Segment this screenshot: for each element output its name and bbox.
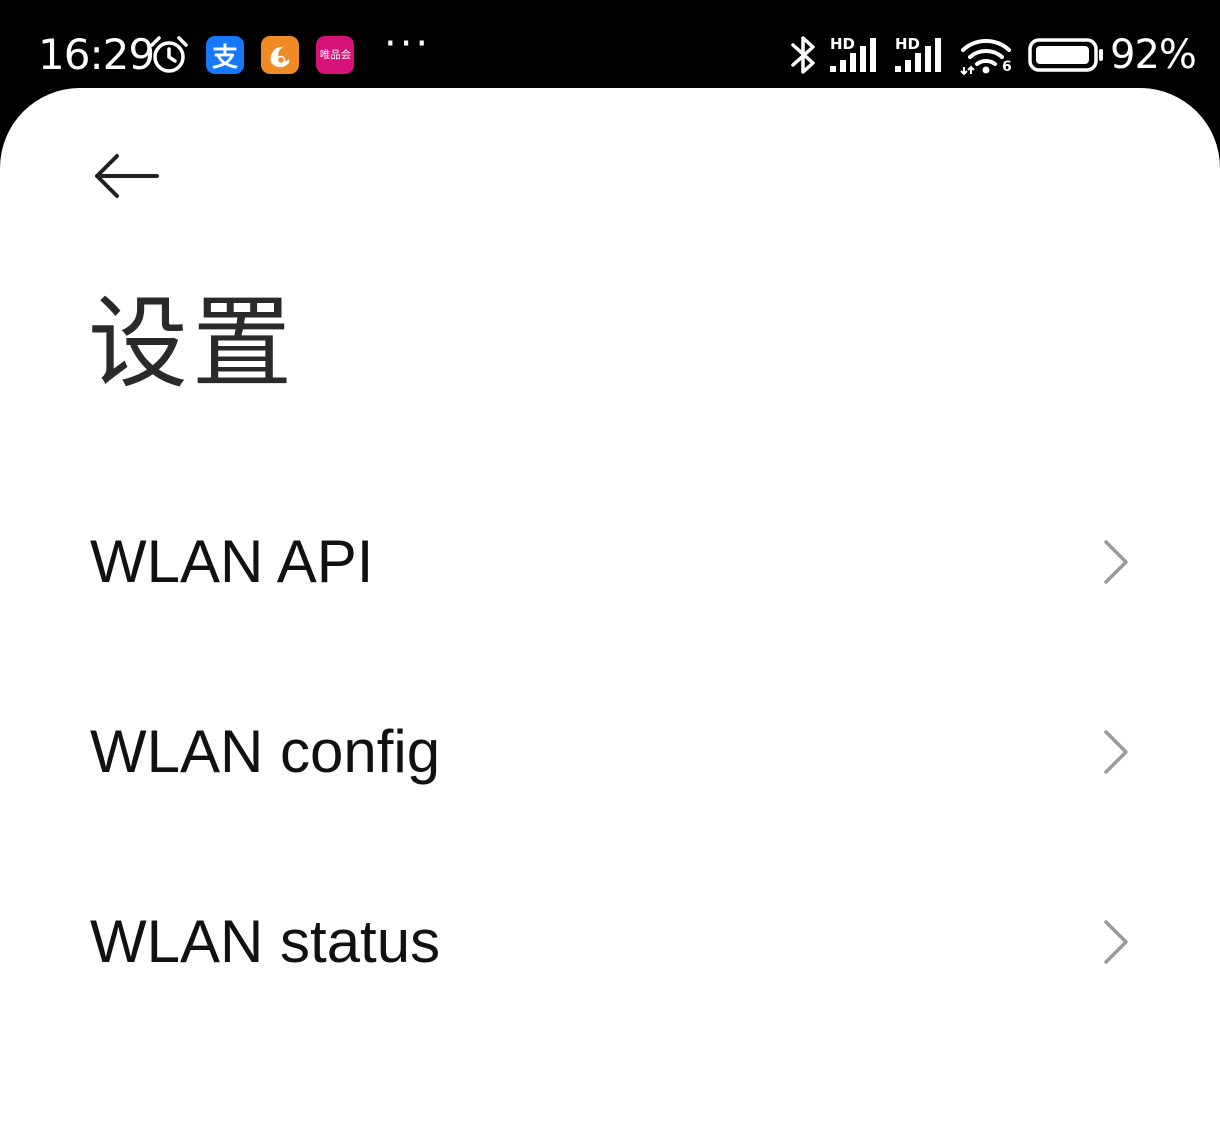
signal-sim1-icon (830, 38, 876, 72)
alipay-app-icon: 支 (206, 36, 244, 74)
battery-icon (1028, 38, 1103, 72)
settings-item-label: WLAN status (90, 908, 441, 975)
settings-item-label: WLAN API (90, 528, 374, 595)
status-time: 16:29 (38, 30, 155, 79)
back-button[interactable] (84, 140, 168, 212)
vip-shop-app-icon: 唯品会 (316, 36, 354, 74)
chevron-right-icon (1104, 920, 1128, 964)
bluetooth-icon (791, 36, 815, 74)
settings-item-label: WLAN config (90, 718, 441, 785)
vipshop-glyph: 唯品会 (319, 48, 351, 61)
more-notifications-icon: ··· (384, 21, 432, 67)
alarm-icon (150, 36, 188, 73)
signal-sim2-icon (895, 38, 941, 72)
wifi-version-label: 6 (1002, 59, 1012, 75)
chevron-right-icon (1104, 540, 1128, 584)
alipay-glyph: 支 (211, 42, 238, 73)
battery-percent: 92% (1110, 32, 1197, 78)
uc-browser-app-icon (261, 36, 299, 74)
squirrel-icon (270, 46, 290, 68)
settings-item-wlan-config[interactable]: WLAN config (0, 662, 1220, 842)
settings-item-wlan-api[interactable]: WLAN API (0, 472, 1220, 652)
settings-item-wlan-status[interactable]: WLAN status (0, 852, 1220, 1032)
chevron-right-icon (1104, 730, 1128, 774)
arrow-left-icon (95, 154, 159, 198)
page-title: 设置 (88, 285, 296, 402)
